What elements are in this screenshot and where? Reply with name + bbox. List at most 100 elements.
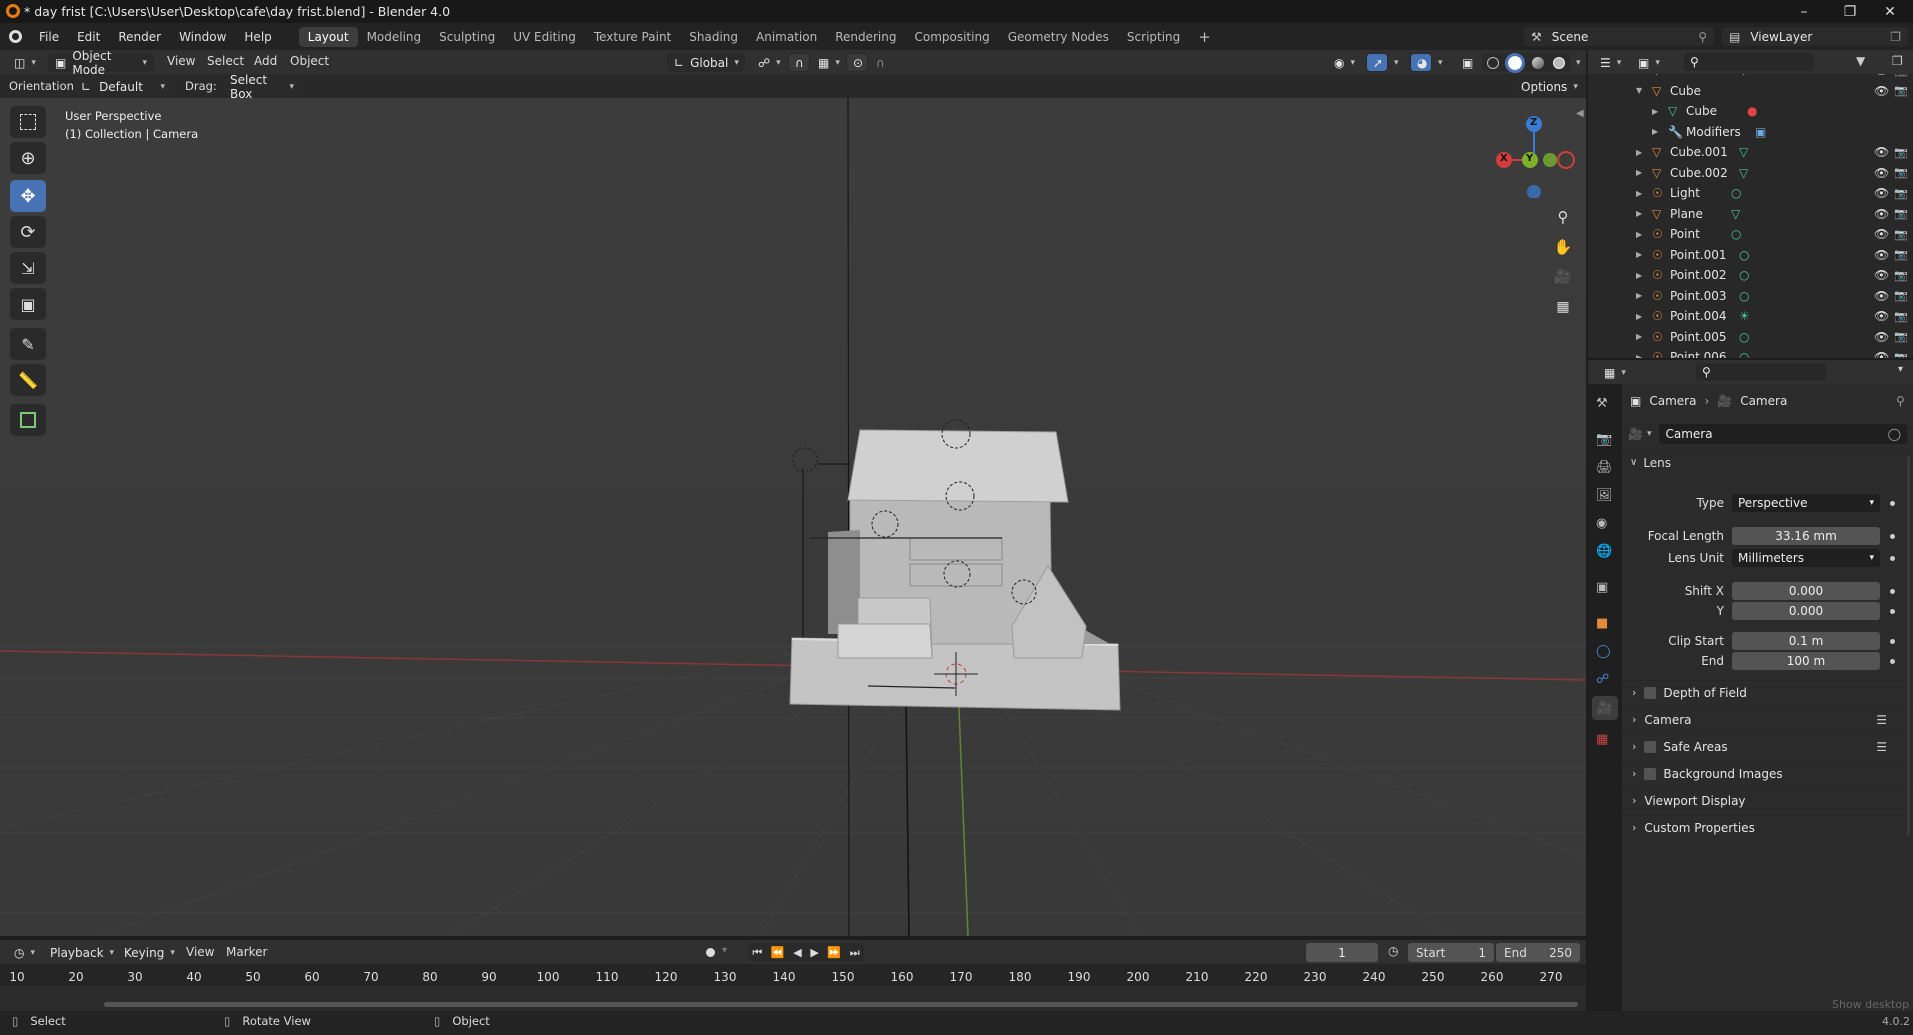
panel-camera[interactable]: › Camera ☰ xyxy=(1622,707,1913,731)
modifier-icon[interactable]: ▣ xyxy=(1755,125,1766,139)
pan-view-button[interactable]: ✋ xyxy=(1550,234,1576,260)
collapse-arrow-icon[interactable]: ▼ xyxy=(1636,86,1642,95)
render-visibility-icon[interactable]: 📷 xyxy=(1894,228,1908,241)
menu-edit[interactable]: Edit xyxy=(68,23,109,50)
physics-tab[interactable]: ◯ xyxy=(1596,644,1611,659)
eye-icon[interactable]: 👁 xyxy=(1874,289,1889,303)
move-tool[interactable]: ✥ xyxy=(10,180,46,212)
world-tab[interactable]: 🌐 xyxy=(1596,544,1612,559)
transform-orientation-dropdown[interactable]: ∟ Global ▾ xyxy=(667,53,745,72)
outliner-item[interactable]: ▶ ☉ Point.002 ○ 👁 📷 xyxy=(1588,265,1913,285)
snap-target-dropdown[interactable]: ▦ ▾ xyxy=(812,53,844,72)
render-visibility-icon[interactable]: 📷 xyxy=(1894,74,1908,77)
gizmo-dropdown[interactable]: ▾ xyxy=(1388,53,1404,72)
viewport-3d[interactable]: User Perspective (1) Collection | Camera… xyxy=(0,98,1586,936)
camera-datablock-selector[interactable]: 🎥 ▾ Camera ◯ xyxy=(1628,424,1907,444)
eye-icon[interactable]: 👁 xyxy=(1874,268,1889,282)
camera-view-button[interactable]: 🎥 xyxy=(1550,264,1576,290)
shift-y-field[interactable]: 0.000 xyxy=(1732,602,1880,620)
eye-icon[interactable]: 👁 xyxy=(1874,248,1889,262)
transform-tool[interactable]: ▣ xyxy=(10,288,46,320)
navigation-gizmo[interactable]: Z X Y xyxy=(1490,108,1580,199)
drag-dropdown[interactable]: Select Box ▾ xyxy=(223,73,301,101)
expand-arrow-icon[interactable]: ▶ xyxy=(1636,271,1642,280)
display-mode-dropdown[interactable]: ▣ ▾ xyxy=(1632,53,1662,72)
keying-menu[interactable]: Keying ▾ xyxy=(118,943,178,962)
eye-icon[interactable]: 👁 xyxy=(1874,145,1889,159)
expand-arrow-icon[interactable]: ▶ xyxy=(1636,168,1642,177)
expand-arrow-icon[interactable]: ▶ xyxy=(1636,148,1642,157)
outliner-item[interactable]: ▶ ☉ Light ○ 👁 📷 xyxy=(1588,183,1913,203)
render-visibility-icon[interactable]: 📷 xyxy=(1894,351,1908,359)
falloff-dropdown[interactable]: ∩ xyxy=(870,53,900,72)
current-frame-field[interactable]: 1 xyxy=(1306,943,1378,962)
next-keyframe-icon[interactable]: ⏩ xyxy=(827,946,841,959)
eye-icon[interactable]: 👁 xyxy=(1874,84,1889,98)
tool-tab[interactable]: ⚒ xyxy=(1596,396,1608,411)
outliner-item[interactable]: ▶ ▽ Cube.002 ▽ 👁 📷 xyxy=(1588,163,1913,183)
orientation-dropdown[interactable]: ∟ Default ▾ xyxy=(74,77,172,96)
expand-arrow-icon[interactable]: ▶ xyxy=(1636,209,1642,218)
render-visibility-icon[interactable]: 📷 xyxy=(1894,248,1908,261)
cursor-tool[interactable]: ⊕ xyxy=(10,142,46,174)
outliner-item[interactable]: ▼ ▽ Cube 👁 📷 xyxy=(1588,81,1913,101)
panel-checkbox[interactable] xyxy=(1644,686,1657,699)
panel-background-images[interactable]: › Background Images xyxy=(1622,761,1913,785)
view-layer-tab[interactable]: 🖼 xyxy=(1596,488,1613,503)
expand-arrow-icon[interactable]: ▶ xyxy=(1636,291,1642,300)
light-data-icon[interactable]: ○ xyxy=(1739,350,1749,358)
tab-scripting[interactable]: Scripting xyxy=(1118,27,1189,47)
sun-icon[interactable]: ☀ xyxy=(1739,309,1750,323)
outliner-item[interactable]: ▶ ▽ Cube.001 ▽ 👁 📷 xyxy=(1588,142,1913,162)
show-desktop-label[interactable]: Show desktop xyxy=(1832,998,1909,1011)
lens-panel-header[interactable]: ∨ Lens xyxy=(1622,450,1913,474)
presets-list-icon[interactable]: ☰ xyxy=(1876,740,1887,754)
jump-start-icon[interactable]: ⏮ xyxy=(752,946,762,960)
measure-tool[interactable]: 📏 xyxy=(10,364,46,396)
outliner-item[interactable]: ▶ ▽ Cone.001 ▽ 👁 📷 xyxy=(1588,74,1913,80)
light-data-icon[interactable]: ○ xyxy=(1739,268,1749,282)
mesh-data-icon[interactable]: ▽ xyxy=(1739,166,1748,180)
eye-icon[interactable]: 👁 xyxy=(1874,74,1889,77)
render-visibility-icon[interactable]: 📷 xyxy=(1894,146,1908,159)
menu-file[interactable]: File xyxy=(30,23,68,50)
tab-geometry-nodes[interactable]: Geometry Nodes xyxy=(999,27,1118,47)
lens-type-dropdown[interactable]: Perspective ▾ xyxy=(1732,494,1880,512)
output-tab[interactable]: 🖨 xyxy=(1596,460,1613,475)
render-visibility-icon[interactable]: 📷 xyxy=(1894,289,1908,302)
keyframe-dot[interactable] xyxy=(1890,588,1895,594)
gizmo-toggle[interactable]: ➚ xyxy=(1366,53,1388,72)
tab-sculpting[interactable]: Sculpting xyxy=(430,27,504,47)
playback-menu[interactable]: Playback ▾ xyxy=(44,943,116,962)
expand-arrow-icon[interactable]: ▶ xyxy=(1636,353,1642,359)
filter-icon[interactable]: ▼ xyxy=(1856,54,1865,68)
viewport-menu-add[interactable]: Add xyxy=(254,54,277,68)
tab-animation[interactable]: Animation xyxy=(747,27,826,47)
fake-user-icon[interactable]: ◯ xyxy=(1888,427,1901,441)
lens-unit-dropdown[interactable]: Millimeters ▾ xyxy=(1732,549,1880,567)
add-cube-tool[interactable] xyxy=(10,404,46,436)
expand-arrow-icon[interactable]: ▶ xyxy=(1652,127,1658,136)
rendered-shading-icon[interactable] xyxy=(1553,56,1566,69)
view-layer-selector[interactable]: ▤ ViewLayer ❐ xyxy=(1722,27,1908,46)
record-button[interactable] xyxy=(703,945,717,959)
options-dropdown[interactable]: Options ▾ xyxy=(1514,77,1580,96)
visibility-dropdown[interactable]: ◉ ▾ xyxy=(1328,53,1362,72)
ortho-toggle-button[interactable]: ▦ xyxy=(1550,294,1576,320)
mesh-data-icon[interactable]: ▽ xyxy=(1739,74,1748,77)
use-preview-range-icon[interactable]: ◷ xyxy=(1388,944,1398,958)
panel-checkbox[interactable] xyxy=(1644,767,1657,780)
scene-tab[interactable]: ◉ xyxy=(1596,516,1607,531)
keyframe-dot[interactable] xyxy=(1890,500,1895,506)
tab-layout[interactable]: Layout xyxy=(298,26,358,47)
clip-end-field[interactable]: 100 m xyxy=(1732,652,1880,670)
overlays-toggle[interactable]: ◕ xyxy=(1410,53,1432,72)
render-visibility-icon[interactable]: 📷 xyxy=(1894,310,1908,323)
tab-texture-paint[interactable]: Texture Paint xyxy=(585,27,680,47)
outliner-item[interactable]: ▶ 🔧 Modifiers ▣ xyxy=(1588,122,1913,142)
outliner-item[interactable]: ▶ ▽ Plane ▽ 👁 📷 xyxy=(1588,204,1913,224)
select-box-tool[interactable] xyxy=(10,106,46,138)
eye-icon[interactable]: 👁 xyxy=(1874,207,1889,221)
outliner-item[interactable]: ▶ ☉ Point.003 ○ 👁 📷 xyxy=(1588,286,1913,306)
focal-length-field[interactable]: 33.16 mm xyxy=(1732,527,1880,545)
